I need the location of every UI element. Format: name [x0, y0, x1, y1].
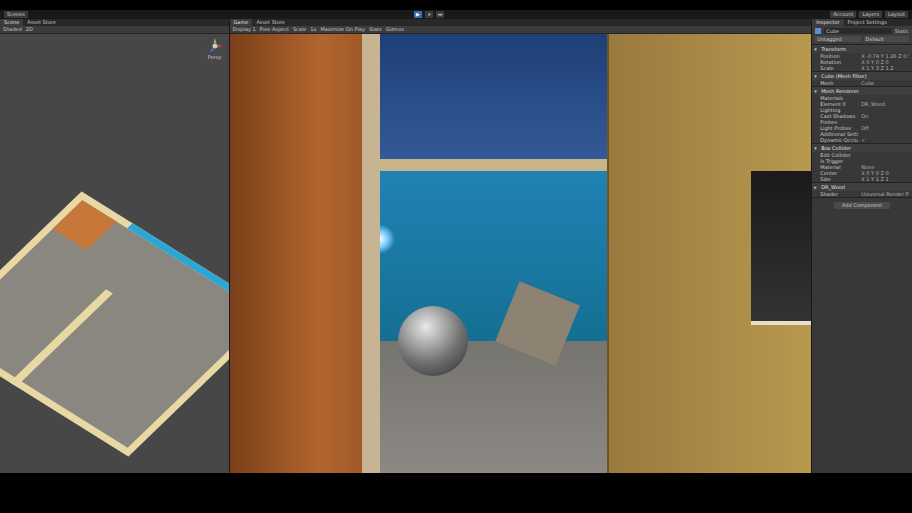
axis-icon [207, 38, 223, 54]
foldout-icon[interactable]: ▸ [814, 184, 819, 190]
toolbar-button[interactable]: Scenes [4, 11, 28, 18]
game-toolbar-button[interactable]: Maximize On Play [320, 26, 364, 33]
unity-editor: Scenes▶⏸⏭AccountLayersLayoutSceneAsset S… [0, 0, 912, 513]
foldout-icon[interactable]: ▾ [814, 145, 819, 151]
game-toolbar-button[interactable]: Gizmos [386, 26, 404, 33]
property-row[interactable]: Cast ShadowsOn [812, 113, 912, 119]
inspector-panel: InspectorProject Settings Cube Static Untag… [811, 19, 912, 473]
add-component-button[interactable]: Add Component [834, 202, 890, 209]
scene-toolbar-button[interactable]: Shaded [3, 26, 22, 33]
component: ▾Box ColliderEdit ColliderIs TriggerMate… [812, 144, 912, 183]
property-row[interactable]: Dynamic Occlusion✓ [812, 137, 912, 143]
property-row[interactable]: Probes [812, 119, 912, 125]
tab[interactable]: Game [230, 19, 253, 26]
toolbar-button[interactable]: Layers [859, 11, 882, 18]
toolbar-button[interactable]: Layout [885, 11, 908, 18]
bottom-border [0, 473, 912, 513]
cube-icon [815, 28, 821, 34]
property-row[interactable]: Additional Settings [812, 131, 912, 137]
component-header[interactable]: ▾Transform [812, 45, 912, 53]
component-header[interactable]: ▾Box Collider [812, 144, 912, 152]
property-row[interactable]: ShaderUniversal Render Pipeline/Lit [812, 191, 912, 197]
tab[interactable]: Scene [0, 19, 23, 26]
scene-toolbar-button[interactable]: 2D [26, 26, 33, 33]
property-row[interactable]: Edit Collider [812, 152, 912, 158]
scene-panel: SceneAsset StoreShaded 2D Persp [0, 19, 229, 473]
property-row[interactable]: MeshCube [812, 80, 912, 86]
layer-dropdown[interactable]: Default [864, 36, 909, 42]
level-preview [0, 191, 229, 456]
component: ▾Mesh RendererMaterialsElement 0DR_WoodL… [812, 87, 912, 144]
object-name-field[interactable]: Cube [824, 28, 891, 34]
property-row[interactable]: Lighting [812, 107, 912, 113]
property-row[interactable]: Materials [812, 95, 912, 101]
property-row[interactable]: Element 0DR_Wood [812, 101, 912, 107]
component-header[interactable]: ▾Mesh Renderer [812, 87, 912, 95]
game-render[interactable] [230, 34, 812, 473]
property-row[interactable]: Light ProbesOff [812, 125, 912, 131]
game-toolbar-button[interactable]: 1x [310, 26, 316, 33]
foldout-icon[interactable]: ▾ [814, 46, 819, 52]
property-row[interactable]: Is Trigger [812, 158, 912, 164]
game-panel: GameAsset StoreDisplay 1 Free Aspect Scale… [229, 19, 812, 473]
static-toggle[interactable]: Static [895, 28, 909, 34]
component: ▸DR_WoodShaderUniversal Render Pipeline/… [812, 183, 912, 198]
game-toolbar-button[interactable]: Display 1 [233, 26, 256, 33]
toolbar-button[interactable]: Account [830, 11, 856, 18]
scene-viewport[interactable]: Persp [0, 34, 229, 473]
component: ▾TransformPositionX -0.74 Y 1.26 Z 0.5Ro… [812, 45, 912, 72]
property-row[interactable]: RotationX 0 Y 0 Z 0 [812, 59, 912, 65]
property-row[interactable]: ScaleX 1 Y 3 Z 1.2 [812, 65, 912, 71]
foldout-icon[interactable]: ▾ [814, 73, 819, 79]
play-button[interactable]: ▶ [414, 11, 422, 18]
property-row[interactable]: MaterialNone [812, 164, 912, 170]
top-border [0, 0, 912, 10]
component-header[interactable]: ▾Cube (Mesh Filter) [812, 72, 912, 80]
component-header[interactable]: ▸DR_Wood [812, 183, 912, 191]
tab[interactable]: Project Settings [844, 19, 891, 26]
component: ▾Cube (Mesh Filter)MeshCube [812, 72, 912, 87]
game-toolbar-button[interactable]: Free Aspect [260, 26, 289, 33]
orientation-gizmo[interactable]: Persp [207, 38, 223, 60]
property-row[interactable]: PositionX -0.74 Y 1.26 Z 0.5 [812, 53, 912, 59]
projection-label: Persp [208, 54, 222, 60]
game-toolbar-button[interactable]: Stats [369, 26, 382, 33]
object-header: Cube Static Untagged Default [812, 26, 912, 45]
play-button[interactable]: ⏸ [425, 11, 433, 18]
play-button[interactable]: ⏭ [436, 11, 444, 18]
property-row[interactable]: CenterX 0 Y 0 Z 0 [812, 170, 912, 176]
tab[interactable]: Asset Store [23, 19, 59, 26]
property-row[interactable]: SizeX 1 Y 1 Z 1 [812, 176, 912, 182]
tab[interactable]: Inspector [812, 19, 843, 26]
tab[interactable]: Asset Store [252, 19, 288, 26]
foldout-icon[interactable]: ▾ [814, 88, 819, 94]
main-toolbar: Scenes ▶⏸⏭ AccountLayersLayout [0, 10, 912, 19]
tag-dropdown[interactable]: Untagged [815, 36, 860, 42]
game-toolbar-button[interactable]: Scale [293, 26, 306, 33]
